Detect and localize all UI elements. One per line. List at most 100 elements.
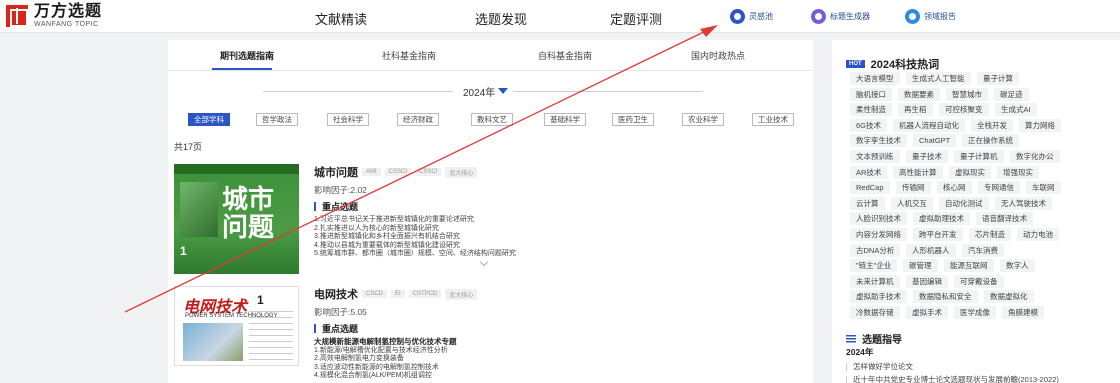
keyword-tag[interactable]: 生成式AI (995, 103, 1037, 117)
keyword-tag[interactable]: 传输网 (896, 181, 931, 195)
nav-literature-reading[interactable]: 文献精读 (315, 9, 367, 28)
keyword-tag[interactable]: 机器人流程自动化 (893, 118, 965, 132)
nav-topic-discovery[interactable]: 选题发现 (475, 9, 527, 28)
keyword-tag[interactable]: 大语言模型 (850, 72, 900, 85)
keyword-tag[interactable]: 数据虚拟化 (984, 290, 1034, 304)
topic-item[interactable]: 4.规模化混合制氢(ALK/PEM)机组调控 (314, 372, 784, 381)
keyword-tag[interactable]: 人机交互 (891, 196, 933, 210)
title-generator-button[interactable]: 标题生成器 (811, 8, 870, 25)
keyword-tag[interactable]: 无人驾驶技术 (995, 196, 1052, 210)
journal-cover[interactable]: 电网技术 POWER SYSTEM TECHNOLOGY 1 (174, 286, 299, 366)
journal-card[interactable]: 电网技术 POWER SYSTEM TECHNOLOGY 1 电网技术 CSCD… (174, 286, 799, 383)
keyword-tag[interactable]: 量子计算 (977, 72, 1019, 85)
journal-cover[interactable]: 城市 问题 1 (174, 164, 299, 274)
topic-item[interactable]: 3.推进新型城镇化和乡村全面振兴有机结合研究 (314, 233, 784, 242)
keyword-tag[interactable]: 增强现实 (997, 165, 1039, 179)
logo[interactable]: 万方选题 WANFANG TOPIC (6, 4, 102, 28)
subject-agriculture[interactable]: 农业科学 (682, 113, 724, 126)
keyword-tag[interactable]: 算力网络 (1019, 118, 1061, 132)
keyword-tag[interactable]: 脑机接口 (850, 87, 892, 101)
journal-name[interactable]: 城市问题 (314, 164, 358, 180)
subject-basic-science[interactable]: 基础科学 (544, 113, 586, 126)
nav-topic-evaluation[interactable]: 定题评测 (610, 9, 662, 28)
keyword-tag[interactable]: 生成式人工智能 (906, 72, 971, 85)
keyword-tag[interactable]: 语音翻译技术 (976, 212, 1033, 226)
subject-education-arts[interactable]: 教科文艺 (471, 113, 513, 126)
keyword-tag[interactable]: 冷数据存储 (850, 306, 900, 319)
tab-journal-guide[interactable]: 期刊选题指南 (220, 49, 274, 62)
keyword-tag[interactable]: 芯片制造 (969, 228, 1011, 241)
keyword-tag[interactable]: 汽车消费 (962, 243, 1004, 257)
keyword-tag[interactable]: 跨平台开发 (913, 228, 963, 241)
keyword-tag[interactable]: 车联网 (1026, 181, 1061, 195)
keyword-tag[interactable]: 数字化办公 (1010, 150, 1060, 163)
topic-item[interactable]: 1.习近平总书记关于推进新型城镇化的重要论述研究 (314, 216, 784, 225)
keyword-tag[interactable]: 高性能计算 (893, 165, 943, 179)
topic-item[interactable]: 5.统筹城市群、都市圈（城市圈）规模、空间、经济结构问题研究 (314, 250, 784, 259)
keyword-tag[interactable]: AR技术 (850, 165, 888, 179)
keyword-tag[interactable]: 角膜建模 (1002, 306, 1044, 319)
keyword-tag[interactable]: 未来计算机 (850, 274, 900, 288)
keyword-tag[interactable]: 核心网 (937, 181, 972, 195)
keyword-tag[interactable]: 碳管理 (903, 259, 938, 273)
keyword-tag[interactable]: 再生稻 (898, 103, 933, 117)
keyword-tag[interactable]: RedCap (850, 181, 890, 195)
topic-heading[interactable]: 大规模新能源电解制氢控制与优化技术专题 (314, 337, 784, 347)
keyword-tag[interactable]: 量子技术 (906, 150, 948, 163)
subject-social-science[interactable]: 社会科学 (327, 113, 369, 126)
keyword-tag[interactable]: 能源互联网 (944, 259, 994, 273)
keyword-tag[interactable]: 碳足迹 (994, 87, 1029, 101)
keyword-tag[interactable]: 人形机器人 (906, 243, 956, 257)
keyword-tag[interactable]: 内容分发网络 (850, 228, 907, 241)
keyword-tag[interactable]: 文本预训练 (850, 150, 900, 163)
keyword-tag[interactable]: 可控核聚变 (939, 103, 989, 117)
keyword-tag[interactable]: 正在操作系统 (962, 134, 1019, 148)
tab-natural-fund-guide[interactable]: 自科基金指南 (538, 49, 592, 62)
year-selector[interactable]: 2024年 (263, 84, 703, 99)
keyword-tag[interactable]: 可穿戴设备 (954, 274, 1004, 288)
tab-current-affairs[interactable]: 国内时政热点 (691, 49, 745, 62)
keyword-tag[interactable]: 人脸识别技术 (850, 212, 907, 226)
tab-social-fund-guide[interactable]: 社科基金指南 (382, 49, 436, 62)
inspiration-pool-button[interactable]: 灵感池 (730, 8, 773, 25)
keyword-tag[interactable]: 数据隐私和安全 (913, 290, 978, 304)
keyword-tag[interactable]: 数字孪生技术 (850, 134, 907, 148)
subject-medicine[interactable]: 医药卫生 (612, 113, 654, 126)
keyword-tag[interactable]: 6G技术 (850, 118, 888, 132)
keyword-tag[interactable]: 虚拟助理技术 (913, 212, 970, 226)
keyword-tag[interactable]: 柔性制造 (850, 103, 892, 117)
keyword-tag[interactable]: 量子计算机 (954, 150, 1004, 163)
keyword-tag[interactable]: 虚拟手术 (906, 306, 948, 319)
keyword-tag[interactable]: 专网通信 (978, 181, 1020, 195)
guide-link[interactable]: 近十年中共党史专业博士论文选题现状与发展前瞻(2013-2022) (846, 374, 1059, 383)
subject-economics[interactable]: 经济财政 (397, 113, 439, 126)
guide-tabs: 期刊选题指南 社科基金指南 自科基金指南 国内时政热点 (168, 40, 813, 71)
topic-item[interactable]: 4.推动以县城为重要载体的新型城镇化建设研究 (314, 242, 784, 251)
keyword-tag[interactable]: 数据要素 (898, 87, 940, 101)
journal-name[interactable]: 电网技术 (314, 286, 358, 302)
keyword-tag[interactable]: 自动化测试 (939, 196, 989, 210)
keyword-tag[interactable]: 虚拟助手技术 (850, 290, 907, 304)
subject-industrial-tech[interactable]: 工业技术 (752, 113, 794, 126)
keyword-tag[interactable]: 全栈开发 (971, 118, 1013, 132)
topic-item[interactable]: 2.扎实推进以人为核心的新型城镇化研究 (314, 225, 784, 234)
topic-item[interactable]: 1.新能源/电解槽优化配置与技术经济性分析 (314, 347, 784, 356)
chevron-down-icon (498, 88, 508, 94)
topic-guide-header: 选题指导 (846, 331, 902, 346)
subject-all[interactable]: 全部学科 (188, 113, 230, 126)
keyword-tag[interactable]: 基因编辑 (906, 274, 948, 288)
keyword-tag[interactable]: ChatGPT (913, 134, 957, 148)
guide-link[interactable]: 怎样做好学位论文 (846, 361, 913, 372)
keyword-tag[interactable]: 虚拟现实 (949, 165, 991, 179)
subject-philosophy-law[interactable]: 哲学政法 (256, 113, 298, 126)
keyword-tag[interactable]: 智慧城市 (946, 87, 988, 101)
keyword-tag[interactable]: 数字人 (1000, 259, 1035, 273)
keyword-tag[interactable]: "链主"企业 (850, 259, 898, 273)
keyword-tag[interactable]: 动力电池 (1017, 228, 1059, 241)
keyword-tag[interactable]: 古DNA分析 (850, 243, 901, 257)
keyword-tag[interactable]: 医学成像 (954, 306, 996, 319)
topic-item[interactable]: 3.适应波动性新能源的电解制氢控制技术 (314, 364, 784, 373)
field-report-button[interactable]: 领域报告 (905, 8, 956, 25)
keyword-tag[interactable]: 云计算 (850, 196, 885, 210)
topic-item[interactable]: 2.高效电解制氢电力变换装备 (314, 355, 784, 364)
